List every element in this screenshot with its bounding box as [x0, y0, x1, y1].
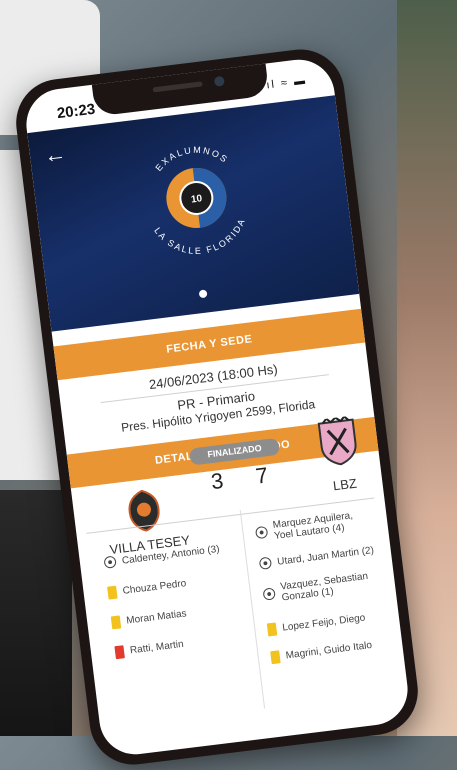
signal-wifi-battery-icons: •ıl ≈ ▬	[259, 74, 308, 93]
home-event-row: Moran Matias	[110, 607, 188, 630]
home-event-row: Chouza Pedro	[107, 577, 187, 600]
background-dark-object	[0, 490, 72, 736]
carousel-indicator[interactable]	[48, 266, 358, 322]
away-score: 7	[254, 462, 270, 489]
away-event-row: Marquez Aquilera, Yoel Lautaro (4)	[254, 508, 376, 544]
goal-icon	[103, 555, 117, 569]
yellow-card-icon	[107, 585, 118, 600]
phone-frame: 20:23 •ıl ≈ ▬ ← EXALUMNOS LA SALLE FLORI…	[11, 44, 423, 770]
event-player: Moran Matias	[125, 608, 188, 627]
event-player: Chouza Pedro	[122, 578, 187, 597]
event-player: Marquez Aquilera, Yoel Lautaro (4)	[272, 510, 354, 542]
event-player: Ratti, Martin	[129, 638, 185, 657]
goal-icon	[262, 587, 276, 601]
goal-icon	[258, 556, 273, 570]
yellow-card-icon	[270, 650, 281, 665]
event-player: Utard, Juan Martin (2)	[276, 544, 375, 568]
logo-number: 10	[190, 193, 203, 205]
lbz-crest-icon	[317, 415, 357, 466]
event-player: Vazquez, Sebastian Gonzalo (1)	[279, 570, 369, 604]
away-team-name: LBZ	[332, 475, 358, 494]
away-event-row: Vazquez, Sebastian Gonzalo (1)	[262, 569, 384, 605]
event-player: Magrini, Guido Italo	[285, 639, 373, 662]
home-event-row: Ratti, Martin	[114, 638, 185, 660]
speaker	[152, 81, 203, 93]
back-arrow-icon[interactable]: ←	[43, 141, 68, 169]
away-event-row: Lopez Feijo, Diego	[266, 612, 366, 637]
red-card-icon	[114, 645, 125, 660]
home-score: 3	[209, 467, 225, 495]
club-logo: EXALUMNOS LA SALLE FLORIDA 10	[151, 140, 251, 261]
status-time: 20:23	[56, 100, 97, 123]
away-event-row: Utard, Juan Martin (2)	[258, 544, 375, 570]
phone-screen: 20:23 •ıl ≈ ▬ ← EXALUMNOS LA SALLE FLORI…	[22, 55, 412, 759]
camera-icon	[213, 75, 225, 87]
carousel-dot[interactable]	[198, 289, 208, 299]
event-player: Lopez Feijo, Diego	[281, 612, 366, 634]
goal-icon	[254, 525, 269, 540]
yellow-card-icon	[110, 615, 122, 630]
away-event-row: Magrini, Guido Italo	[270, 639, 373, 665]
yellow-card-icon	[266, 622, 278, 637]
